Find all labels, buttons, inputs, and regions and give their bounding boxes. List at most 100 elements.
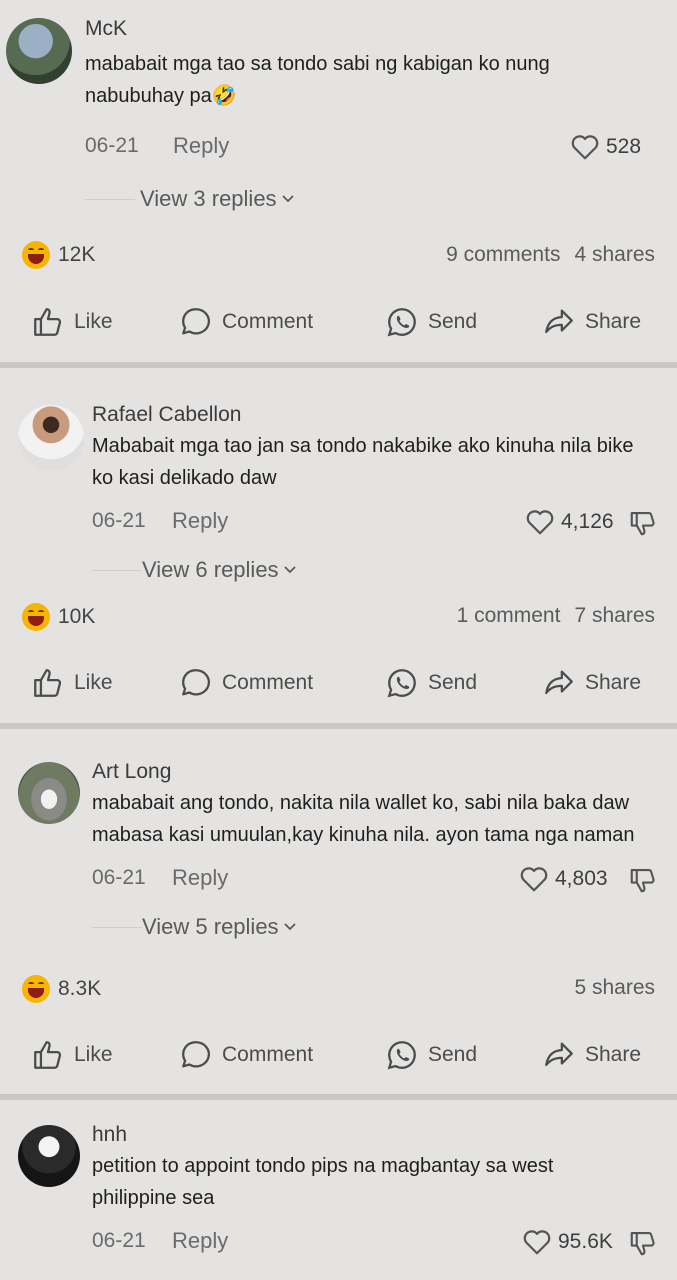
dislike-icon[interactable] (628, 508, 658, 538)
comments-count[interactable]: 1 comment (457, 604, 561, 628)
post-divider (0, 1094, 677, 1100)
comment-username[interactable]: hnh (92, 1123, 127, 1147)
comment-button-label: Comment (222, 310, 314, 333)
chevron-down-icon (281, 195, 294, 203)
comment-text-line: mabasa kasi umuulan,kay kinuha nila. ayo… (92, 824, 635, 846)
replies-divider (85, 199, 135, 200)
post-divider (0, 362, 677, 368)
comment-text-line: mababait ang tondo, nakita nila wallet k… (92, 792, 630, 814)
replies-divider (92, 927, 142, 928)
comment-button-label: Comment (222, 1043, 314, 1066)
send-button-label: Send (428, 310, 478, 333)
like-button-label: Like (74, 310, 113, 333)
share-arrow-icon (545, 670, 573, 695)
shares-count[interactable]: 4 shares (574, 243, 655, 267)
view-replies-label: View 3 replies (140, 186, 277, 211)
view-replies-button[interactable]: View 3 replies (140, 186, 295, 212)
view-replies-label: View 6 replies (142, 557, 279, 582)
like-button[interactable]: Like (30, 1038, 113, 1072)
heart-icon (520, 867, 548, 892)
comment-text: mababait mga tao sa tondo sabi ng kabiga… (85, 48, 645, 112)
comment-date: 06-21 (85, 134, 139, 157)
reaction-summary[interactable]: 8.3K (22, 975, 101, 1003)
reply-button[interactable]: Reply (173, 133, 229, 159)
replies-divider (92, 570, 142, 571)
reply-button[interactable]: Reply (172, 508, 228, 534)
chevron-down-icon (283, 566, 296, 574)
avatar[interactable] (18, 762, 80, 824)
send-button[interactable]: Send (384, 305, 477, 339)
comment-username[interactable]: Rafael Cabellon (92, 403, 241, 427)
comment-text-line: mababait mga tao sa tondo sabi ng kabiga… (85, 53, 550, 75)
send-button-label: Send (428, 671, 478, 694)
whatsapp-icon (387, 669, 416, 698)
comment-button[interactable]: Comment (178, 1038, 313, 1072)
whatsapp-icon (387, 1041, 416, 1070)
like-count[interactable]: 95.6K (522, 1228, 613, 1256)
view-replies-button[interactable]: View 5 replies (142, 914, 297, 940)
comment-text: mababait ang tondo, nakita nila wallet k… (92, 787, 667, 851)
comment-button[interactable]: Comment (178, 666, 313, 700)
dislike-icon[interactable] (628, 865, 658, 895)
whatsapp-icon (387, 308, 416, 337)
comment-text-line: Mababait mga tao jan sa tondo nakabike a… (92, 435, 634, 457)
share-button-label: Share (585, 671, 642, 694)
chevron-down-icon (283, 923, 296, 931)
thumbs-up-icon (34, 669, 62, 697)
view-replies-label: View 5 replies (142, 914, 279, 939)
like-button[interactable]: Like (30, 305, 113, 339)
thumbs-up-icon (34, 1041, 62, 1069)
post-stats: 9 comments 4 shares (446, 243, 655, 267)
comment-date: 06-21 (92, 866, 146, 889)
like-count-value: 4,126 (561, 510, 614, 533)
comment-text-line: philippine sea (92, 1187, 215, 1209)
dislike-icon[interactable] (628, 1228, 658, 1258)
like-count[interactable]: 528 (570, 133, 641, 161)
comment-bubble-icon (182, 308, 210, 335)
shares-count[interactable]: 7 shares (574, 604, 655, 628)
comment-text: Mababait mga tao jan sa tondo nakabike a… (92, 430, 662, 494)
reaction-count: 10K (58, 605, 96, 628)
send-button[interactable]: Send (384, 666, 477, 700)
share-button[interactable]: Share (541, 1038, 641, 1072)
comments-count[interactable]: 9 comments (446, 243, 560, 267)
share-arrow-icon (545, 309, 573, 334)
send-button[interactable]: Send (384, 1038, 477, 1072)
like-count-value: 4,803 (555, 867, 608, 890)
like-button[interactable]: Like (30, 666, 113, 700)
avatar[interactable] (6, 18, 72, 84)
comment-username[interactable]: Art Long (92, 760, 171, 784)
reply-button[interactable]: Reply (172, 1228, 228, 1254)
laughing-emoji-icon (22, 603, 50, 631)
like-button-label: Like (74, 671, 113, 694)
comment-date: 06-21 (92, 509, 146, 532)
share-button-label: Share (585, 1043, 642, 1066)
like-count-value: 528 (606, 135, 642, 158)
like-count[interactable]: 4,803 (519, 865, 608, 893)
share-button[interactable]: Share (541, 666, 641, 700)
like-count[interactable]: 4,126 (525, 508, 614, 536)
reaction-summary[interactable]: 12K (22, 241, 95, 269)
avatar[interactable] (18, 405, 84, 471)
heart-icon (571, 135, 599, 160)
laughing-emoji-icon (22, 241, 50, 269)
comment-button-label: Comment (222, 671, 314, 694)
comment-date: 06-21 (92, 1229, 146, 1252)
post-stats: 1 comment 7 shares (457, 604, 655, 628)
comment-text-line: ko kasi delikado daw (92, 467, 277, 489)
share-button-label: Share (585, 310, 642, 333)
send-button-label: Send (428, 1043, 478, 1066)
avatar[interactable] (18, 1125, 80, 1187)
share-button[interactable]: Share (541, 305, 641, 339)
comment-username[interactable]: McK (85, 17, 127, 41)
comment-text: petition to appoint tondo pips na magban… (92, 1150, 662, 1214)
comment-bubble-icon (182, 1041, 210, 1068)
comment-text-line: nabubuhay pa🤣 (85, 85, 237, 107)
comment-button[interactable]: Comment (178, 305, 313, 339)
post-divider (0, 723, 677, 729)
view-replies-button[interactable]: View 6 replies (142, 557, 297, 583)
shares-count[interactable]: 5 shares (574, 976, 655, 1000)
reply-button[interactable]: Reply (172, 865, 228, 891)
reaction-summary[interactable]: 10K (22, 603, 95, 631)
thumbs-up-icon (34, 308, 62, 336)
